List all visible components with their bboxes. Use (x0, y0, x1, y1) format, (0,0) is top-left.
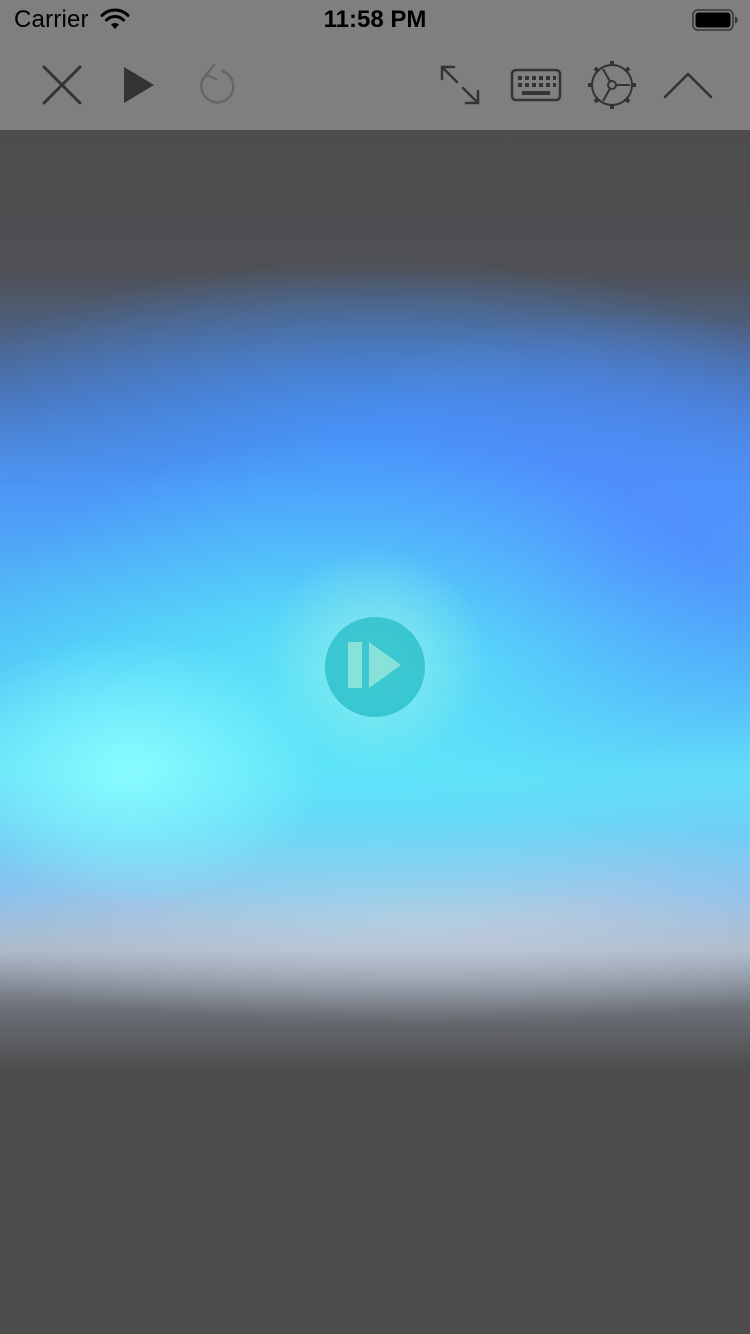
close-button[interactable] (34, 57, 90, 113)
play-button[interactable] (110, 57, 166, 113)
app-screen: Carrier 11:58 PM (0, 0, 750, 1334)
settings-button[interactable] (584, 57, 640, 113)
settings-gear-icon (586, 59, 638, 111)
collapse-toolbar-button[interactable] (660, 57, 716, 113)
battery-full-icon (692, 9, 738, 31)
game-canvas[interactable] (0, 130, 750, 1334)
reload-button[interactable] (186, 57, 242, 113)
status-bar: Carrier 11:58 PM (0, 0, 750, 40)
fullscreen-button[interactable] (432, 57, 488, 113)
keyboard-icon (510, 68, 562, 102)
play-pause-icon (345, 639, 405, 696)
play-icon (118, 63, 158, 107)
reload-icon (192, 61, 236, 109)
expand-icon (436, 61, 484, 109)
toolbar (0, 40, 750, 130)
chevron-up-icon (662, 69, 714, 101)
status-time: 11:58 PM (323, 6, 427, 33)
keyboard-button[interactable] (508, 57, 564, 113)
top-bar: Carrier 11:58 PM (0, 0, 750, 130)
close-icon (38, 61, 86, 109)
resume-button[interactable] (325, 617, 425, 717)
